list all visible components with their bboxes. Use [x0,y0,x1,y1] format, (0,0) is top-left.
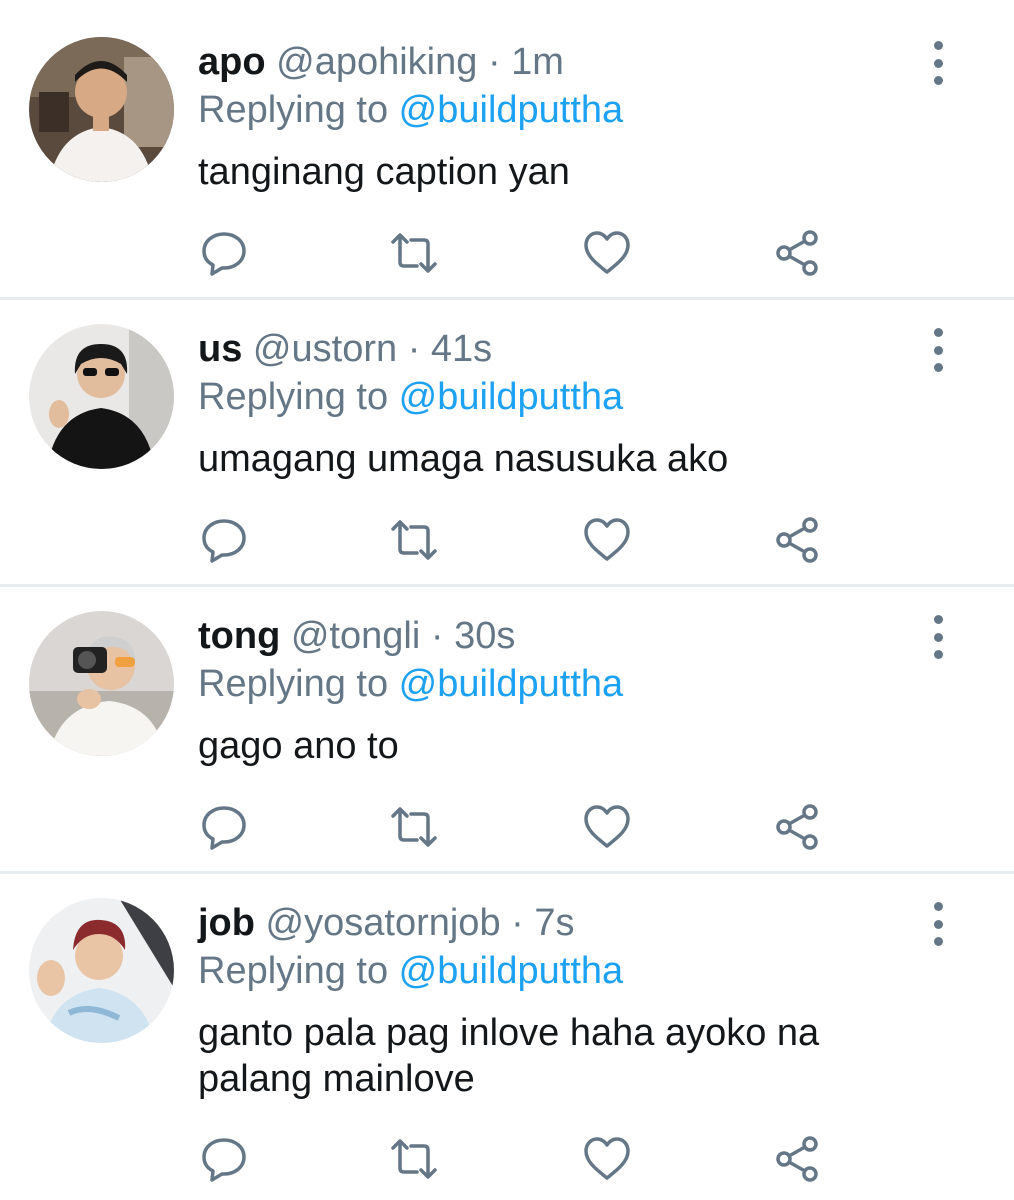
timestamp[interactable]: 7s [534,902,574,944]
retweet-arrows-icon [391,807,437,847]
replying-to-line: Replying to @buildputtha [198,662,623,706]
display-name[interactable]: job [198,902,255,944]
username[interactable]: @tongli [291,615,420,657]
mention-link[interactable]: @buildputtha [399,376,624,418]
speech-bubble-icon [202,1138,246,1182]
reply-button[interactable] [199,802,249,852]
heart-icon [584,518,630,561]
like-button[interactable] [582,1134,632,1184]
like-button[interactable] [582,802,632,852]
timestamp[interactable]: 1m [511,41,564,83]
separator-dot: · [430,615,444,657]
share-button[interactable] [773,1134,823,1184]
tweet[interactable]: tong @tongli · 30s Replying to @buildput… [0,587,1014,871]
speech-bubble-icon [202,232,246,276]
retweet-button[interactable] [389,1134,439,1184]
heart-icon [584,231,630,274]
heart-icon [584,1137,630,1180]
username[interactable]: @yosatornjob [266,902,501,944]
reply-button[interactable] [199,228,249,278]
tweet[interactable]: us @ustorn · 41s Replying to @buildputth… [0,300,1014,584]
share-button[interactable] [773,515,823,565]
avatar[interactable] [29,37,174,182]
display-name[interactable]: apo [198,41,266,83]
more-options-button[interactable] [922,615,954,659]
retweet-arrows-icon [391,520,437,560]
separator-dot: · [407,328,421,370]
share-button[interactable] [773,802,823,852]
share-nodes-icon [776,517,818,563]
avatar[interactable] [29,611,174,756]
more-options-button[interactable] [922,902,954,946]
replying-to-line: Replying to @buildputtha [198,949,623,993]
avatar[interactable] [29,324,174,469]
retweet-button[interactable] [389,802,439,852]
tweet-text: ganto pala pag inlove haha ayoko na pala… [198,1012,820,1100]
replying-to-label: Replying to [198,950,399,992]
share-button[interactable] [773,228,823,278]
vertical-dots-icon [933,615,943,624]
mention-link[interactable]: @buildputtha [399,89,624,131]
tweet[interactable]: job @yosatornjob · 7s Replying to @build… [0,874,1014,1200]
reply-button[interactable] [199,1134,249,1184]
speech-bubble-icon [202,519,246,563]
retweet-arrows-icon [391,233,437,273]
separator-dot: · [511,902,524,944]
tweet-text: gago ano to [198,725,399,767]
more-options-button[interactable] [922,328,954,372]
share-nodes-icon [776,804,818,850]
username[interactable]: @ustorn [253,328,397,370]
username[interactable]: @apohiking [276,41,477,83]
speech-bubble-icon [202,806,246,850]
like-button[interactable] [582,228,632,278]
vertical-dots-icon [933,902,943,911]
replying-to-line: Replying to @buildputtha [198,88,623,132]
replying-to-line: Replying to @buildputtha [198,375,623,419]
replying-to-label: Replying to [198,89,399,131]
display-name[interactable]: us [198,328,242,370]
retweet-arrows-icon [391,1139,437,1179]
tweet-text: tanginang caption yan [198,151,570,193]
replying-to-label: Replying to [198,376,399,418]
mention-link[interactable]: @buildputtha [399,663,624,705]
vertical-dots-icon [933,328,943,337]
tweet-text: umagang umaga nasusuka ako [198,438,729,480]
like-button[interactable] [582,515,632,565]
retweet-button[interactable] [389,228,439,278]
display-name[interactable]: tong [198,615,280,657]
retweet-button[interactable] [389,515,439,565]
share-nodes-icon [776,1136,818,1182]
separator-dot: · [487,41,501,83]
avatar[interactable] [29,898,174,1043]
vertical-dots-icon [933,41,943,50]
share-nodes-icon [776,230,818,276]
timestamp[interactable]: 41s [431,328,492,370]
replying-to-label: Replying to [198,663,399,705]
reply-button[interactable] [199,515,249,565]
tweet[interactable]: apo @apohiking · 1m Replying to @buildpu… [0,0,1014,297]
mention-link[interactable]: @buildputtha [399,950,624,992]
more-options-button[interactable] [922,41,954,85]
timestamp[interactable]: 30s [454,615,515,657]
heart-icon [584,805,630,848]
